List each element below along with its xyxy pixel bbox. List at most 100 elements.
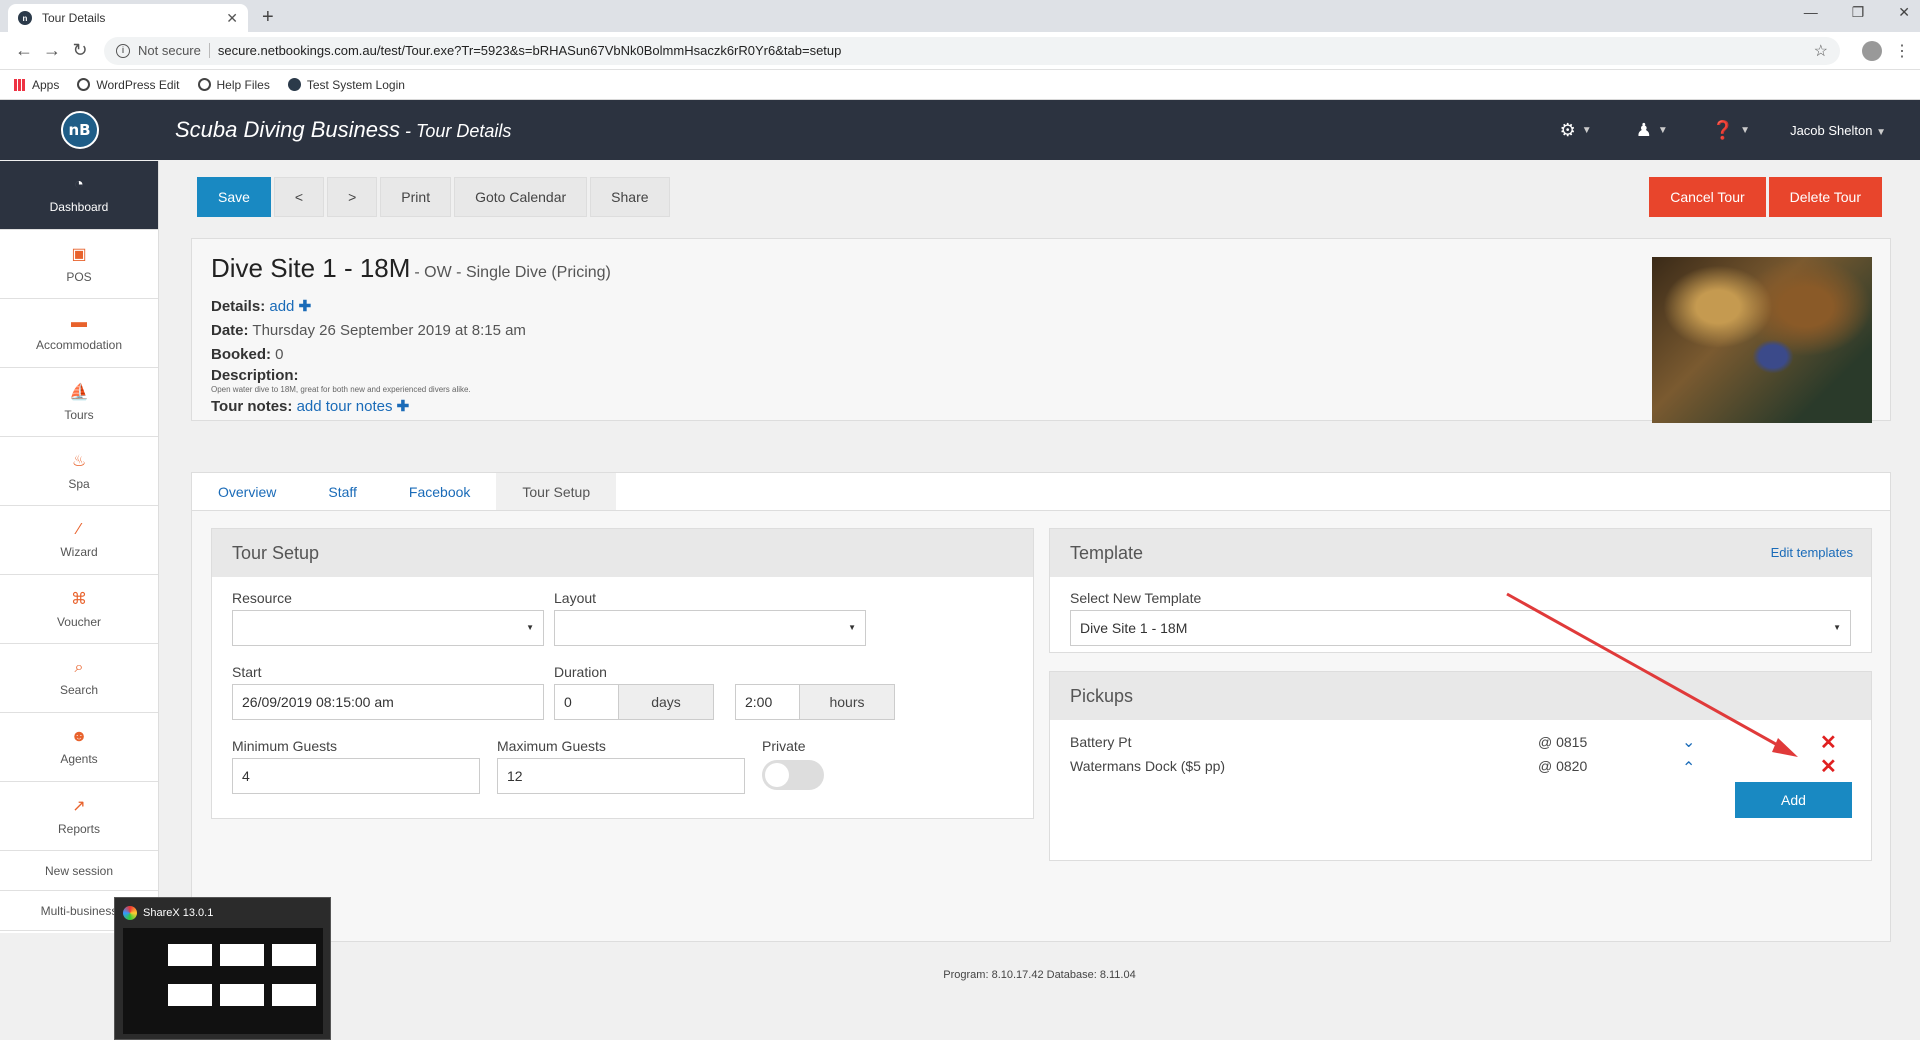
next-button[interactable]: > <box>327 177 378 217</box>
tab-staff[interactable]: Staff <box>302 473 383 510</box>
duration-days-input[interactable]: 0 <box>554 684 619 720</box>
tours-icon: ⛵ <box>69 384 89 401</box>
bookmark-test-system-login[interactable]: Test System Login <box>287 78 405 92</box>
delete-tour-button[interactable]: Delete Tour <box>1768 177 1882 217</box>
profile-avatar-icon[interactable] <box>1862 40 1882 61</box>
bookmark-star-icon[interactable]: ☆ <box>1814 41 1828 61</box>
tour-subtitle: - OW - Single Dive (Pricing) <box>414 264 611 281</box>
chevron-down-icon: ▼ <box>526 623 534 632</box>
pickup-time: @ 0820 <box>1538 758 1588 774</box>
sharex-preview[interactable]: ShareX 13.0.1 <box>114 897 331 1040</box>
agent-icon: ♟ <box>1635 119 1652 140</box>
layout-select[interactable]: ▼ <box>554 610 866 646</box>
agent-menu[interactable]: ♟ ▼ <box>1636 120 1668 141</box>
print-button[interactable]: Print <box>380 177 452 217</box>
reload-icon[interactable]: ↻ <box>66 40 94 61</box>
sidebar-item-spa[interactable]: ♨ Spa <box>0 437 158 506</box>
share-button[interactable]: Share <box>590 177 670 217</box>
toolbar-right: Cancel Tour Delete Tour <box>1649 177 1882 217</box>
tour-setup-title: Tour Setup <box>212 529 1033 577</box>
pos-icon: ▣ <box>71 246 87 263</box>
plus-icon[interactable]: ✚ <box>397 398 410 415</box>
move-up-icon[interactable]: ⌃ <box>1682 758 1695 778</box>
max-guests-input[interactable]: 12 <box>497 758 745 794</box>
pickups-title: Pickups <box>1050 672 1871 720</box>
sidebar-item-dashboard[interactable]: ◔ Dashboard <box>0 161 158 230</box>
duration-label: Duration <box>554 664 607 680</box>
app-logo[interactable]: nB <box>60 111 99 149</box>
browser-menu-icon[interactable]: ⋮ <box>1894 41 1910 61</box>
forward-icon[interactable]: → <box>38 40 66 61</box>
dashboard-icon: ◔ <box>74 176 84 193</box>
url-text: secure.netbookings.com.au/test/Tour.exe?… <box>217 43 842 58</box>
tour-tabs-panel: Overview Staff Facebook Tour Setup Tour … <box>191 472 1891 942</box>
tour-info-card: Dive Site 1 - 18M - OW - Single Dive (Pri… <box>191 238 1891 423</box>
chevron-down-icon: ▼ <box>1657 124 1668 136</box>
help-menu[interactable]: ❓ ▼ <box>1712 120 1750 141</box>
settings-menu[interactable]: ⚙ ▼ <box>1560 120 1592 141</box>
thumbnail <box>272 984 316 1006</box>
browser-tab[interactable]: n Tour Details ✕ <box>8 4 248 32</box>
back-icon[interactable]: ← <box>10 40 38 61</box>
booked-count: 0 <box>275 346 284 363</box>
add-pickup-button[interactable]: Add <box>1735 782 1852 818</box>
user-menu[interactable]: Jacob Shelton ▼ <box>1790 123 1886 138</box>
edit-templates-link[interactable]: Edit templates <box>1771 529 1853 577</box>
tab-overview[interactable]: Overview <box>192 473 302 510</box>
toolbar: Save < > Print Goto Calendar Share <box>197 177 670 217</box>
save-button[interactable]: Save <box>197 177 271 217</box>
minimize-icon[interactable]: — <box>1804 4 1818 21</box>
resource-select[interactable]: ▼ <box>232 610 544 646</box>
sidebar-item-accommodation[interactable]: ▬ Accommodation <box>0 299 158 368</box>
bookmark-help-files[interactable]: Help Files <box>197 78 270 92</box>
browser-tabbar: n Tour Details ✕ + — ❐ ✕ <box>0 0 1920 32</box>
help-icon: ❓ <box>1711 119 1735 140</box>
thumbnail <box>272 944 316 966</box>
gift-icon: ⌘ <box>71 591 87 608</box>
sidebar-item-wizard[interactable]: ⁄ Wizard <box>0 506 158 575</box>
chevron-down-icon: ▼ <box>1876 126 1886 138</box>
restore-icon[interactable]: ❐ <box>1852 4 1865 21</box>
new-tab-icon[interactable]: + <box>262 6 274 29</box>
sidebar-item-agents[interactable]: ☻ Agents <box>0 713 158 782</box>
close-window-icon[interactable]: ✕ <box>1898 4 1910 21</box>
template-select[interactable]: Dive Site 1 - 18M ▼ <box>1070 610 1851 646</box>
sharex-thumbnails <box>123 928 323 1034</box>
cancel-tour-button[interactable]: Cancel Tour <box>1649 177 1766 217</box>
close-tab-icon[interactable]: ✕ <box>226 10 238 27</box>
tour-photo <box>1652 257 1872 423</box>
sidebar-new-session[interactable]: New session <box>0 851 158 891</box>
bookmark-wordpress-edit[interactable]: WordPress Edit <box>77 78 180 92</box>
plus-icon[interactable]: ✚ <box>299 298 312 315</box>
add-tour-notes-link[interactable]: add tour notes <box>297 398 393 415</box>
sidebar: ◔ Dashboard ▣ POS ▬ Accommodation ⛵ Tours ♨ S… <box>0 161 159 933</box>
tour-name: Dive Site 1 - 18M - OW - Single Dive (Pri… <box>211 253 611 283</box>
info-icon[interactable]: i <box>116 43 130 58</box>
tour-setup-box: Tour Setup Resource ▼ Layout ▼ Start 26/… <box>211 528 1034 819</box>
move-down-icon[interactable]: ⌄ <box>1682 732 1695 752</box>
not-secure-label: Not secure <box>138 43 210 58</box>
previous-button[interactable]: < <box>273 177 325 217</box>
sidebar-item-tours[interactable]: ⛵ Tours <box>0 368 158 437</box>
tab-tour-setup[interactable]: Tour Setup <box>496 473 617 510</box>
pickup-name: Watermans Dock ($5 pp) <box>1070 758 1226 774</box>
delete-pickup-icon[interactable]: ✕ <box>1820 754 1837 779</box>
sidebar-item-reports[interactable]: ↗ Reports <box>0 782 158 851</box>
min-guests-input[interactable]: 4 <box>232 758 480 794</box>
goto-calendar-button[interactable]: Goto Calendar <box>454 177 588 217</box>
duration-hours-input[interactable]: 2:00 <box>735 684 800 720</box>
private-toggle[interactable] <box>762 760 824 790</box>
delete-pickup-icon[interactable]: ✕ <box>1820 730 1837 755</box>
address-bar-row: ← → ↻ i Not secure secure.netbookings.co… <box>0 32 1920 70</box>
sidebar-item-pos[interactable]: ▣ POS <box>0 230 158 299</box>
url-input[interactable]: i Not secure secure.netbookings.com.au/t… <box>104 36 1840 65</box>
bookmark-apps[interactable]: Apps <box>14 78 59 92</box>
page-title: Scuba Diving Business - Tour Details <box>175 117 512 142</box>
tour-date: Thursday 26 September 2019 at 8:15 am <box>252 322 526 339</box>
add-details-link[interactable]: add <box>269 298 294 315</box>
spa-icon: ♨ <box>71 453 87 470</box>
sidebar-item-voucher[interactable]: ⌘ Voucher <box>0 575 158 644</box>
sidebar-item-search[interactable]: ⌕ Search <box>0 644 158 713</box>
start-input[interactable]: 26/09/2019 08:15:00 am <box>232 684 544 720</box>
tab-facebook[interactable]: Facebook <box>383 473 496 510</box>
